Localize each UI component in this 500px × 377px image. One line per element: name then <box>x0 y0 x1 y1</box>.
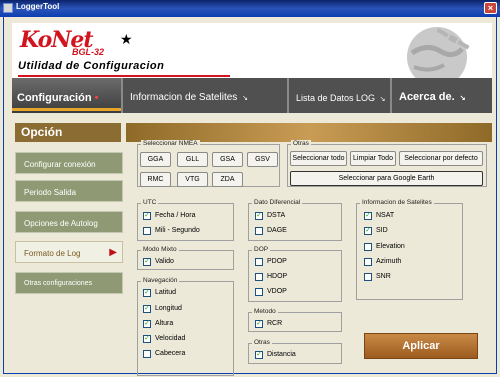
logo-model: BGL-32 <box>72 47 105 57</box>
fecha-hora-checkbox[interactable]: ✓ Fecha / Hora <box>143 212 195 222</box>
checkbox-box[interactable]: ✓ <box>255 212 263 220</box>
select-default-button[interactable]: Seleccionar por defecto <box>399 151 483 166</box>
nmea-gsa-button[interactable]: GSA <box>212 152 243 167</box>
tab-lista-log[interactable]: Lista de Datos LOG ↘ <box>291 78 392 113</box>
sidebar-item-label: Configurar conexión <box>24 160 96 169</box>
velocidad-checkbox[interactable]: ✓ Velocidad <box>143 335 185 345</box>
group-legend: Informacion de Satelites <box>360 199 434 206</box>
group-legend: UTC <box>141 199 159 206</box>
tab-marker-icon: • <box>94 92 99 104</box>
arrow-icon: ↘ <box>459 95 466 102</box>
checkbox-box[interactable]: ✓ <box>255 351 263 359</box>
checkbox-box[interactable] <box>255 273 263 281</box>
group-legend: Otras <box>252 339 272 346</box>
tab-label: Configuración <box>17 92 92 104</box>
checkbox-box[interactable]: ✓ <box>364 212 372 220</box>
select-all-button[interactable]: Seleccionar todo <box>290 151 347 166</box>
latitud-checkbox[interactable]: ✓ Latitud <box>143 289 176 299</box>
group-legend: DOP <box>252 246 271 253</box>
sidebar-item-label: Opciones de Autolog <box>24 219 98 228</box>
vdop-checkbox[interactable]: VDOP <box>255 288 287 298</box>
azimuth-checkbox[interactable]: Azimuth <box>364 258 401 268</box>
nmea-rmc-button[interactable]: RMC <box>140 172 171 187</box>
checkbox-box[interactable] <box>255 258 263 266</box>
sidebar-item-label: Formato de Log <box>24 249 81 258</box>
checkbox-box[interactable] <box>143 227 151 235</box>
distancia-checkbox[interactable]: ✓ Distancia <box>255 351 296 361</box>
tab-configuracion[interactable]: Configuración • <box>12 78 123 113</box>
title-bar: LoggerTool × <box>0 0 500 17</box>
nmea-gll-button[interactable]: GLL <box>177 152 208 167</box>
star-icon: ★ <box>120 31 133 47</box>
checkbox-box[interactable] <box>143 350 151 358</box>
arrow-icon: ↘ <box>242 95 248 102</box>
tab-acerca[interactable]: Acerca de. ↘ <box>394 78 492 113</box>
apply-button[interactable]: Aplicar <box>364 333 478 359</box>
mili-segundo-checkbox[interactable]: Mili - Segundo <box>143 227 200 237</box>
hdop-checkbox[interactable]: HDOP <box>255 273 287 283</box>
elevation-checkbox[interactable]: Elevation <box>364 243 405 253</box>
checkbox-box[interactable] <box>364 243 372 251</box>
checkbox-box[interactable]: ✓ <box>143 212 151 220</box>
nmea-gga-button[interactable]: GGA <box>140 152 171 167</box>
page-title: Utilidad de Configuracion <box>18 60 165 72</box>
sidebar-item-configurar-conexion[interactable]: Configurar conexión <box>15 152 123 174</box>
title-underline <box>18 75 230 77</box>
rcr-checkbox[interactable]: ✓ RCR <box>255 320 282 330</box>
nmea-vtg-button[interactable]: VTG <box>177 172 208 187</box>
group-legend: Seleccionar NMEA <box>141 140 200 147</box>
checkbox-box[interactable]: ✓ <box>143 320 151 328</box>
checkbox-box[interactable] <box>364 258 372 266</box>
longitud-checkbox[interactable]: ✓ Longitud <box>143 305 182 315</box>
nsat-checkbox[interactable]: ✓ NSAT <box>364 212 394 222</box>
checkbox-box[interactable] <box>255 288 263 296</box>
valido-checkbox[interactable]: ✓ Valido <box>143 258 174 268</box>
group-legend: Navegación <box>141 277 180 284</box>
sidebar-item-otras-configuraciones[interactable]: Otras configuraciones <box>15 272 123 294</box>
window-title: LoggerTool <box>16 2 60 11</box>
checkbox-box[interactable]: ✓ <box>143 258 151 266</box>
sidebar-item-periodo-salida[interactable]: Periodo Salida <box>15 180 123 202</box>
tab-label: Lista de Datos LOG <box>296 93 376 103</box>
sid-checkbox[interactable]: ✓ SID <box>364 227 388 237</box>
tab-label: Informacion de Satelites <box>130 92 238 103</box>
main-window: KoNet ★ BGL-32 Utilidad de Configuracion… <box>3 17 497 376</box>
sidebar-item-label: Periodo Salida <box>24 188 77 197</box>
dsta-checkbox[interactable]: ✓ DSTA <box>255 212 285 222</box>
pdop-checkbox[interactable]: PDOP <box>255 258 287 268</box>
option-header: Opción <box>15 123 121 142</box>
clear-all-button[interactable]: Limpiar Todo <box>350 151 396 166</box>
tab-label: Acerca de. <box>399 91 455 103</box>
nmea-zda-button[interactable]: ZDA <box>212 172 243 187</box>
checkbox-box[interactable] <box>255 227 263 235</box>
checkbox-box[interactable]: ✓ <box>364 227 372 235</box>
nmea-gsv-button[interactable]: GSV <box>247 152 278 167</box>
snr-checkbox[interactable]: SNR <box>364 273 391 283</box>
group-legend: Dato Diferencial <box>252 199 303 206</box>
checkbox-box[interactable] <box>364 273 372 281</box>
tab-bar: Configuración • Informacion de Satelites… <box>12 78 492 113</box>
close-button[interactable]: × <box>484 2 497 14</box>
group-legend: Otras <box>291 140 311 147</box>
checkbox-box[interactable]: ✓ <box>255 320 263 328</box>
sidebar-item-formato-log[interactable]: Formato de Log ▶ <box>15 241 123 263</box>
cabecera-checkbox[interactable]: Cabecera <box>143 350 185 360</box>
group-legend: Modo Mixto <box>141 246 179 253</box>
checkbox-box[interactable]: ✓ <box>143 305 151 313</box>
google-earth-button[interactable]: Seleccionar para Google Earth <box>290 171 483 186</box>
arrow-icon: ↘ <box>379 96 386 103</box>
dage-checkbox[interactable]: DAGE <box>255 227 287 237</box>
checkbox-box[interactable]: ✓ <box>143 335 151 343</box>
tab-satelites[interactable]: Informacion de Satelites ↘ <box>125 78 289 113</box>
play-arrow-icon: ▶ <box>109 247 117 258</box>
checkbox-box[interactable]: ✓ <box>143 289 151 297</box>
group-legend: Metodo <box>252 308 278 315</box>
sidebar-item-opciones-autolog[interactable]: Opciones de Autolog <box>15 211 123 233</box>
app-icon <box>3 3 13 13</box>
sidebar-item-label: Otras configuraciones <box>24 280 93 287</box>
altura-checkbox[interactable]: ✓ Altura <box>143 320 173 330</box>
